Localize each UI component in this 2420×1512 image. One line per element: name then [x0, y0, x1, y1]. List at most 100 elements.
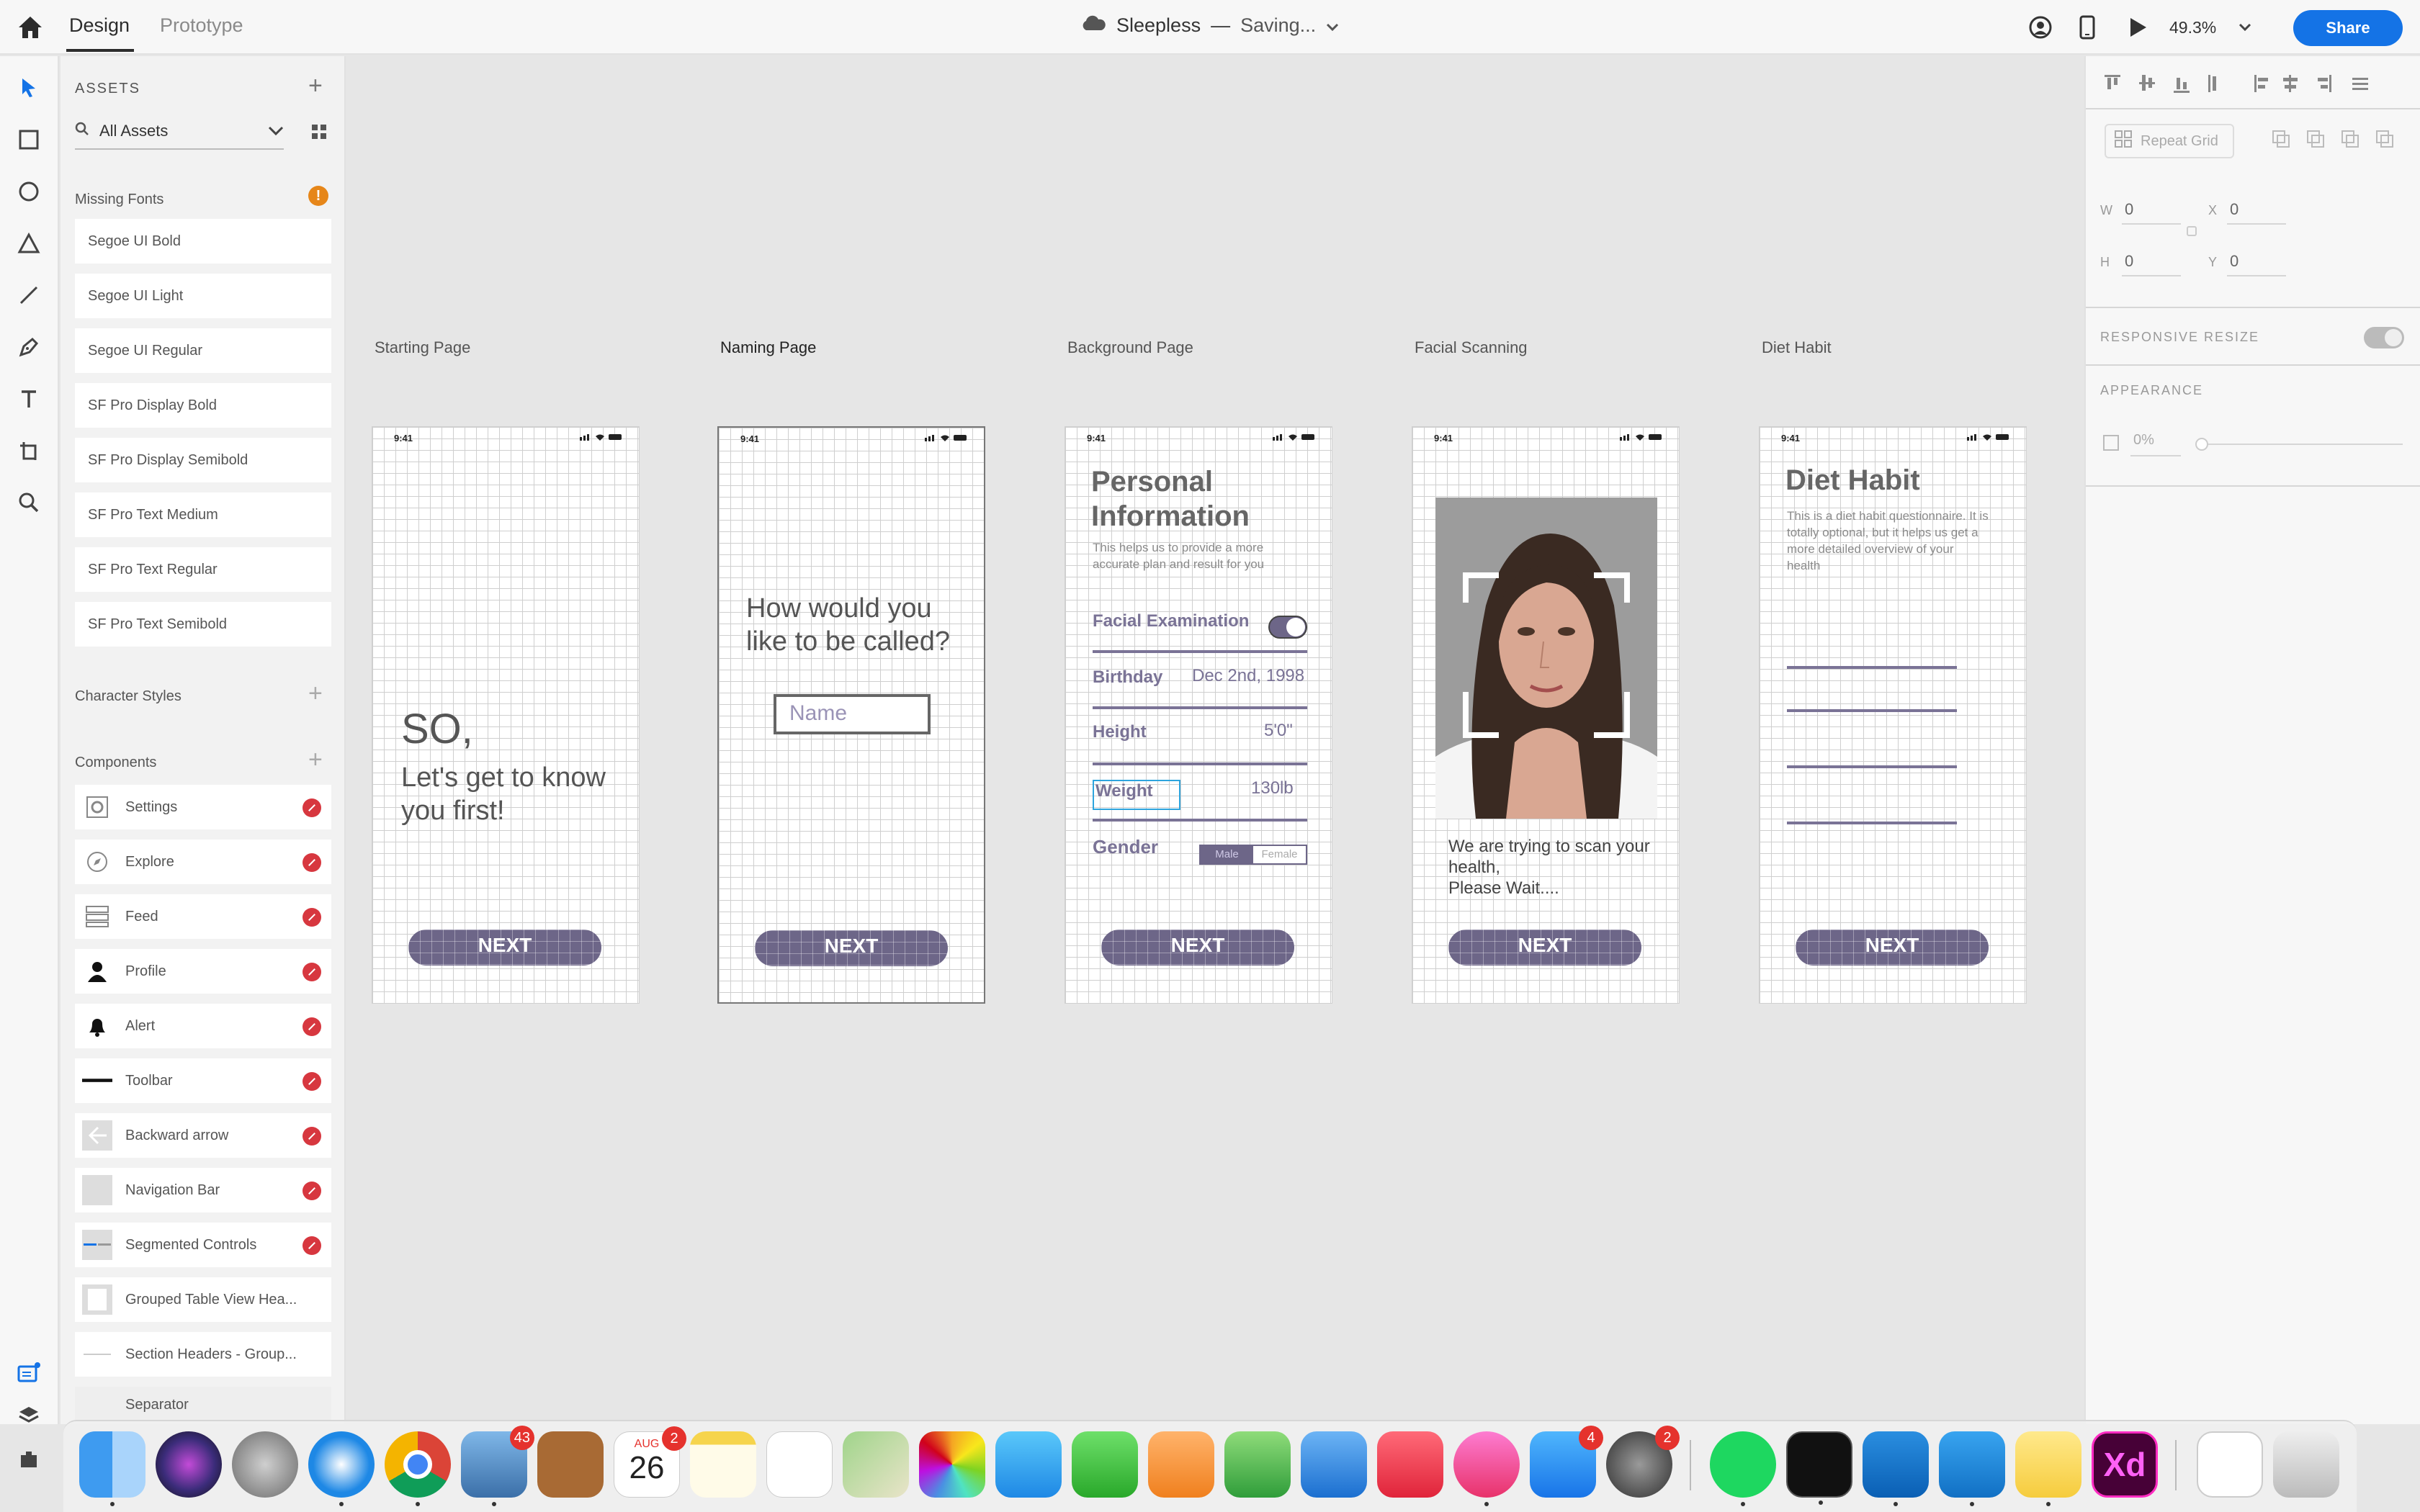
home-icon[interactable]: [14, 12, 46, 43]
unlink-badge-icon[interactable]: [302, 1017, 321, 1036]
news-icon[interactable]: [1377, 1431, 1443, 1498]
unlink-badge-icon[interactable]: [302, 1182, 321, 1200]
weight-label[interactable]: Weight: [1093, 780, 1180, 810]
weight-value[interactable]: 130lb: [1251, 778, 1294, 798]
polygon-tool-icon[interactable]: [13, 228, 45, 259]
trash-icon[interactable]: [2273, 1431, 2339, 1498]
unlink-badge-icon[interactable]: [302, 853, 321, 872]
safari-icon[interactable]: [308, 1431, 375, 1506]
share-button[interactable]: Share: [2293, 10, 2403, 46]
question-line[interactable]: [1787, 709, 1957, 712]
unlink-badge-icon[interactable]: [302, 963, 321, 981]
component-item-profile[interactable]: Profile: [75, 949, 331, 994]
adobe-xd-icon[interactable]: Xd: [2092, 1431, 2158, 1498]
gender-option-male[interactable]: Male: [1201, 846, 1253, 863]
assets-panel-icon[interactable]: [13, 1356, 45, 1388]
component-item-toolbar[interactable]: Toolbar: [75, 1058, 331, 1103]
font-item[interactable]: SF Pro Display Semibold: [75, 438, 331, 482]
next-button[interactable]: NEXT: [408, 930, 601, 966]
asset-filter-dropdown[interactable]: All Assets: [75, 114, 284, 150]
outlook-icon[interactable]: [1863, 1431, 1929, 1506]
pen-tool-icon[interactable]: [13, 331, 45, 363]
document-title[interactable]: Sleepless — Saving...: [1080, 14, 1339, 37]
vscode-icon[interactable]: [1939, 1431, 2005, 1506]
messages-icon[interactable]: [995, 1431, 1062, 1498]
chevron-down-icon[interactable]: [1326, 14, 1339, 37]
add-asset-icon[interactable]: +: [308, 73, 323, 98]
numbers-icon[interactable]: [1224, 1431, 1291, 1498]
design-canvas[interactable]: Starting Page 9:41 SO, Let's get to know…: [347, 56, 2083, 1424]
layers-icon[interactable]: [13, 1400, 45, 1431]
photos-icon[interactable]: [919, 1431, 985, 1498]
artboard-tool-icon[interactable]: [13, 435, 45, 467]
system-preferences-icon[interactable]: 2: [1606, 1426, 1680, 1498]
keynote-icon[interactable]: [1301, 1431, 1367, 1498]
spotify-icon[interactable]: [1710, 1431, 1776, 1506]
gender-option-female[interactable]: Female: [1253, 846, 1306, 863]
stickies-icon[interactable]: [2015, 1431, 2081, 1506]
font-item[interactable]: Segoe UI Bold: [75, 219, 331, 264]
zoom-level[interactable]: 49.3%: [2169, 12, 2216, 43]
app-store-icon[interactable]: 4: [1530, 1426, 1603, 1498]
component-item-segmented-controls[interactable]: Segmented Controls: [75, 1223, 331, 1267]
y-field[interactable]: 0: [2230, 252, 2238, 271]
finder-icon[interactable]: [79, 1431, 145, 1506]
artboard-label-diet-habit[interactable]: Diet Habit: [1762, 338, 1832, 357]
artboard-naming-page[interactable]: 9:41 How would you like to be called? Na…: [717, 426, 985, 1004]
artboard-label-naming-page[interactable]: Naming Page: [720, 338, 816, 357]
launchpad-icon[interactable]: [232, 1431, 298, 1498]
artboard-label-background-page[interactable]: Background Page: [1067, 338, 1193, 357]
question-line[interactable]: [1787, 666, 1957, 669]
font-item[interactable]: SF Pro Text Medium: [75, 492, 331, 537]
artboard-label-facial-scanning[interactable]: Facial Scanning: [1415, 338, 1528, 357]
contacts-icon[interactable]: [537, 1431, 604, 1498]
width-field[interactable]: 0: [2125, 200, 2133, 219]
tab-design[interactable]: Design: [69, 14, 130, 37]
ellipse-tool-icon[interactable]: [13, 176, 45, 207]
component-item-explore[interactable]: Explore: [75, 840, 331, 884]
artboard-diet-habit[interactable]: 9:41 Diet Habit This is a diet habit que…: [1759, 426, 2027, 1004]
siri-icon[interactable]: [156, 1431, 222, 1498]
name-input[interactable]: Name: [774, 694, 931, 734]
facetime-icon[interactable]: [1072, 1431, 1138, 1498]
artboard-facial-scanning[interactable]: 9:41 We are trying to scan your health, …: [1412, 426, 1680, 1004]
device-preview-icon[interactable]: [2079, 12, 2096, 43]
document-stack-icon[interactable]: [2197, 1431, 2263, 1498]
select-tool-icon[interactable]: [13, 72, 45, 104]
rectangle-tool-icon[interactable]: [13, 124, 45, 156]
component-item-navigation-bar[interactable]: Navigation Bar: [75, 1168, 331, 1212]
zoom-chevron-icon[interactable]: [2238, 12, 2251, 43]
artboard-background-page[interactable]: 9:41 Personal Information This helps us …: [1065, 426, 1332, 1004]
notes-icon[interactable]: [690, 1431, 756, 1498]
tab-prototype[interactable]: Prototype: [160, 14, 243, 37]
artboard-label-starting-page[interactable]: Starting Page: [375, 338, 470, 357]
unlink-badge-icon[interactable]: [302, 798, 321, 817]
next-button[interactable]: NEXT: [1101, 930, 1294, 966]
height-field[interactable]: 0: [2125, 252, 2133, 271]
component-item-feed[interactable]: Feed: [75, 894, 331, 939]
question-line[interactable]: [1787, 765, 1957, 768]
component-item-separator[interactable]: Separator: [75, 1387, 331, 1423]
plugins-icon[interactable]: [13, 1443, 45, 1475]
question-line[interactable]: [1787, 822, 1957, 824]
terminal-icon[interactable]: [1786, 1431, 1852, 1505]
grid-view-icon[interactable]: [311, 124, 327, 143]
font-item[interactable]: SF Pro Text Semibold: [75, 602, 331, 647]
line-tool-icon[interactable]: [13, 279, 45, 311]
font-item[interactable]: Segoe UI Regular: [75, 328, 331, 373]
unlink-badge-icon[interactable]: [302, 1072, 321, 1091]
add-character-style-icon[interactable]: +: [308, 681, 323, 706]
birthday-value[interactable]: Dec 2nd, 1998: [1192, 666, 1304, 686]
user-icon[interactable]: [2028, 12, 2053, 43]
zoom-tool-icon[interactable]: [13, 487, 45, 518]
music-icon[interactable]: [1453, 1431, 1520, 1506]
height-value[interactable]: 5'0": [1264, 721, 1293, 741]
next-button[interactable]: NEXT: [755, 930, 948, 966]
text-tool-icon[interactable]: [13, 383, 45, 415]
chrome-icon[interactable]: [385, 1431, 451, 1506]
lock-aspect-icon[interactable]: [2187, 226, 2197, 236]
next-button[interactable]: NEXT: [1796, 930, 1989, 966]
font-item[interactable]: SF Pro Text Regular: [75, 547, 331, 592]
pages-icon[interactable]: [1148, 1431, 1214, 1498]
component-item-backward-arrow[interactable]: Backward arrow: [75, 1113, 331, 1158]
